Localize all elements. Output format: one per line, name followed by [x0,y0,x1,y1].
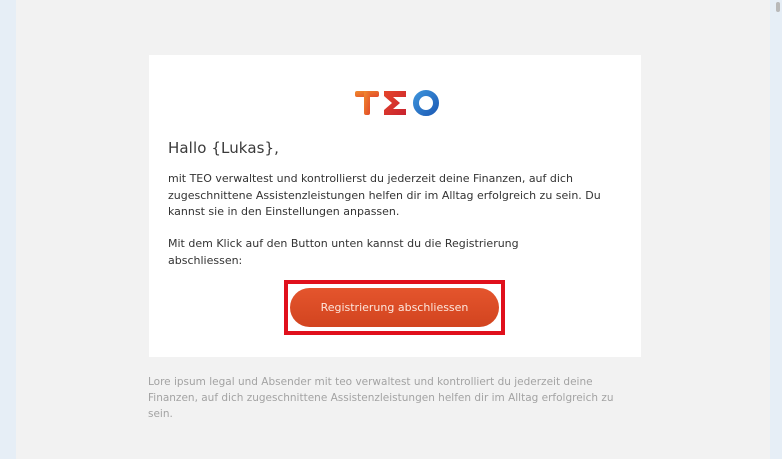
intro-paragraph: mit TEO verwaltest und kontrollierst du … [168,172,601,218]
complete-registration-button[interactable]: Registrierung abschliessen [290,288,499,327]
instruction-paragraph: Mit dem Klick auf den Button unten kanns… [168,237,519,267]
scrollbar[interactable] [776,2,780,12]
teo-logo [355,90,439,116]
greeting-heading: Hallo {Lukas}, [168,139,280,157]
legal-footer: Lore ipsum legal und Absender mit teo ve… [148,376,614,420]
email-card: Hallo {Lukas}, mit TEO verwaltest und ko… [149,55,641,357]
